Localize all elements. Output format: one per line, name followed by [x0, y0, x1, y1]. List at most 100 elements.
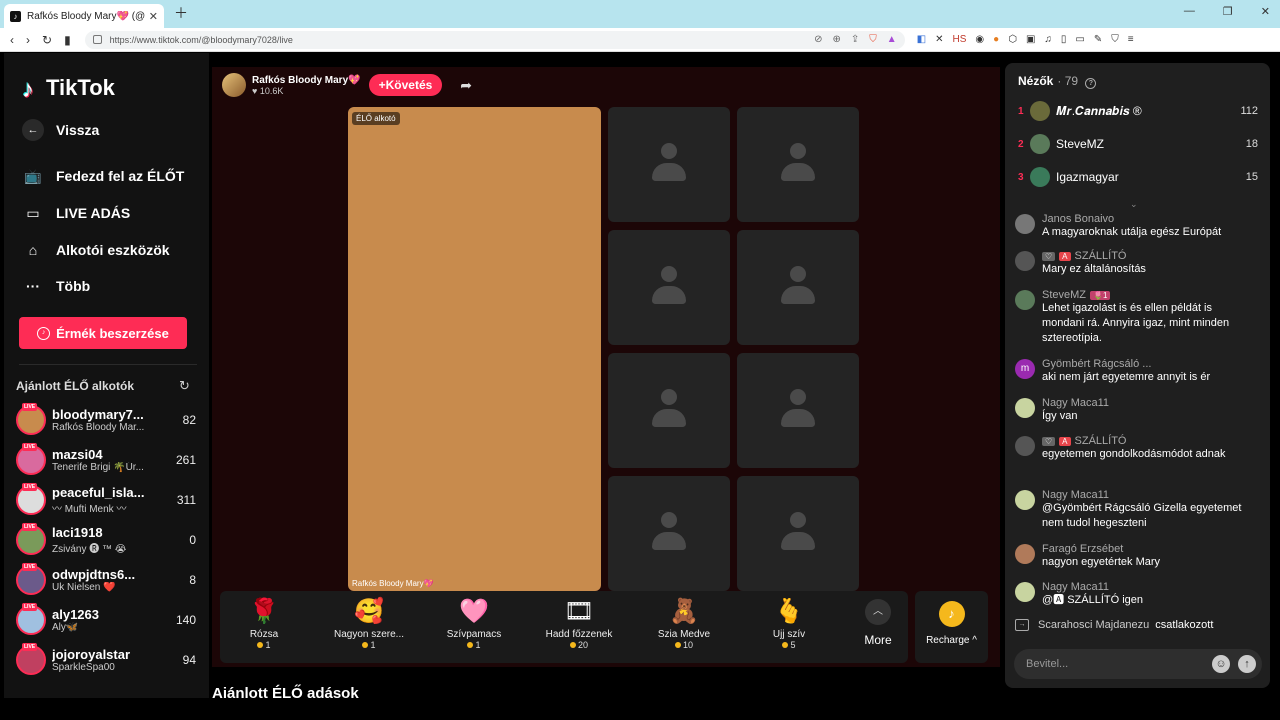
guest-slot[interactable] — [608, 476, 730, 591]
chat-input[interactable] — [1026, 658, 1212, 670]
chat-username[interactable]: Nagy Maca11 — [1042, 397, 1255, 409]
recommended-creator[interactable]: LIVE jojoroyalstar SparkleSpa00 94 — [16, 642, 196, 678]
menu-icon[interactable]: ≡ — [1128, 34, 1134, 45]
reload-icon[interactable]: ↻ — [42, 33, 52, 47]
viewer-score: 15 — [1245, 171, 1258, 183]
chat-avatar[interactable] — [1015, 436, 1035, 456]
gift-item[interactable]: 🥰 Nagyon szere... 1 — [326, 597, 412, 659]
recommended-creator[interactable]: LIVE odwpjdtns6... Uk Nielsen ❤️ 8 — [16, 562, 196, 598]
chat-avatar[interactable] — [1015, 290, 1035, 310]
chat-username[interactable]: Gyömbért Rágcsáló ... — [1042, 358, 1255, 370]
recommended-creator[interactable]: LIVE bloodymary7... Rafkós Bloody Mar... 82 — [16, 402, 196, 438]
nav-back[interactable]: ← Vissza — [22, 119, 99, 141]
zoom-icon[interactable]: ⊕ — [832, 34, 840, 45]
translate-icon[interactable]: ⊘ — [814, 34, 822, 45]
nav-more[interactable]: ··· Több — [22, 275, 90, 297]
nav-live-broadcast[interactable]: ▭ LIVE ADÁS — [22, 202, 130, 224]
new-tab-icon[interactable]: ＋ — [174, 3, 188, 23]
top-viewer-row[interactable]: 1 𝑴𝒓.𝑪𝒂𝒏𝒏𝒂𝒃𝒊𝒔 ® 112 — [1018, 99, 1258, 123]
gift-item[interactable]: 🎞 Hadd főzzenek 20 — [536, 597, 622, 659]
guest-slot[interactable] — [737, 107, 859, 222]
share-page-icon[interactable]: ⇪ — [851, 34, 859, 45]
chat-avatar[interactable]: m — [1015, 359, 1035, 379]
wallet-icon[interactable]: ▭ — [1075, 34, 1084, 45]
chat-username[interactable]: Nagy Maca11 — [1042, 489, 1255, 501]
chat-avatar[interactable] — [1015, 251, 1035, 271]
emoji-icon[interactable]: ☺ — [1212, 655, 1230, 673]
site-info-icon[interactable] — [92, 35, 102, 44]
gift-item[interactable]: 🩷 Szívpamacs 1 — [431, 597, 517, 659]
gift-item[interactable]: 🌹 Rózsa 1 — [221, 597, 307, 659]
guest-slot[interactable] — [608, 353, 730, 468]
bookmark-icon[interactable]: ▮ — [64, 33, 71, 47]
gift-item[interactable]: 🧸 Szia Medve 10 — [641, 597, 727, 659]
creator-name: peaceful_isla... — [52, 485, 145, 500]
extension-icon-7[interactable]: ▣ — [1026, 34, 1035, 45]
host-video[interactable]: ÉLŐ alkotó Rafkós Bloody Mary💖 — [348, 107, 601, 591]
chat-avatar[interactable] — [1015, 398, 1035, 418]
guest-slot[interactable] — [737, 353, 859, 468]
share-icon[interactable]: ➦ — [460, 77, 472, 94]
guest-slot[interactable] — [737, 230, 859, 345]
music-icon[interactable]: ♫ — [1044, 34, 1052, 45]
extensions-icon[interactable]: ✎ — [1094, 34, 1102, 45]
window-close-icon[interactable]: ✕ — [1261, 5, 1270, 18]
chat-avatar[interactable] — [1015, 544, 1035, 564]
extension-icon-1[interactable]: ◧ — [917, 34, 926, 45]
expand-chevron-icon[interactable]: ⌄ — [1130, 199, 1138, 210]
top-viewer-row[interactable]: 3 Igazmagyar 15 — [1018, 165, 1258, 189]
guest-slot[interactable] — [608, 107, 730, 222]
chat-username[interactable]: SteveMZ 🌷1 — [1042, 289, 1255, 301]
rewards-icon[interactable]: ▲ — [887, 34, 897, 45]
nav-explore-live[interactable]: 📺 Fedezd fel az ÉLŐT — [22, 165, 184, 187]
chat-username[interactable]: Faragó Erzsébet — [1042, 543, 1255, 555]
browser-tab[interactable]: ♪ Rafkós Bloody Mary💖 (@bl... ✕ — [4, 4, 164, 28]
follow-button[interactable]: + Követés — [368, 74, 443, 96]
top-viewer-row[interactable]: 2 SteveMZ 18 — [1018, 132, 1258, 156]
extension-icon-3[interactable]: HS — [953, 34, 967, 45]
chat-message: ♡ A SZÁLLÍTÓ egyetemen gondolkodásmódot adn… — [1015, 435, 1255, 462]
minimize-icon[interactable]: — — [1184, 5, 1195, 18]
extension-icon-6[interactable]: ⬡ — [1008, 34, 1017, 45]
person-placeholder-icon — [781, 389, 815, 431]
chat-username[interactable]: ♡ A SZÁLLÍTÓ — [1042, 250, 1255, 262]
recommended-creator[interactable]: LIVE mazsi04 Tenerife Brigi 🌴Úr... 261 — [16, 442, 196, 478]
chat-username[interactable]: ♡ A SZÁLLÍTÓ — [1042, 435, 1255, 447]
chat-avatar[interactable] — [1015, 490, 1035, 510]
chat-avatar[interactable] — [1015, 582, 1035, 602]
chat-username[interactable]: Nagy Maca11 — [1042, 581, 1255, 593]
chat-avatar[interactable] — [1015, 214, 1035, 234]
back-icon[interactable]: ‹ — [10, 33, 14, 47]
nav-creator-tools[interactable]: ⌂ Alkotói eszközök — [22, 239, 170, 261]
forward-icon[interactable]: › — [26, 33, 30, 47]
host-name[interactable]: Rafkós Bloody Mary💖 — [252, 75, 361, 86]
vpn-icon[interactable]: ⛉ — [1111, 34, 1119, 45]
sidebar-icon[interactable]: ▯ — [1061, 34, 1067, 45]
recommended-creator[interactable]: LIVE aly1263 Aly🦋 140 — [16, 602, 196, 638]
info-icon[interactable]: ? — [1085, 78, 1097, 89]
tiktok-logo[interactable]: TikTok — [22, 75, 115, 101]
recommended-creator[interactable]: LIVE laci1918 Zsivány 🅡 ™ 😭 0 — [16, 522, 196, 558]
tab-close-icon[interactable]: ✕ — [149, 10, 158, 23]
guest-slot[interactable] — [737, 476, 859, 591]
send-icon[interactable]: ↑ — [1238, 655, 1256, 673]
restore-icon[interactable]: ❐ — [1223, 5, 1233, 18]
extension-icon-4[interactable]: ◉ — [975, 34, 984, 45]
chat-username[interactable]: Janos Bonaivo — [1042, 213, 1255, 225]
brave-shield-icon[interactable]: ⛉ — [869, 34, 877, 45]
host-avatar[interactable] — [222, 73, 246, 97]
gift-bar: 🌹 Rózsa 1 🥰 Nagyon szere... 1 🩷 Szívpamacs 1 🎞 Had… — [220, 591, 908, 663]
guest-slot[interactable] — [608, 230, 730, 345]
extension-icon-5[interactable]: ● — [993, 34, 999, 45]
extension-icon-2[interactable]: ✕ — [935, 34, 943, 45]
more-gifts-button[interactable]: ︿ More — [852, 599, 904, 647]
chat-text: Mary ez általánosítás — [1042, 263, 1146, 275]
get-coins-button[interactable]: ♪ Érmék beszerzése — [19, 317, 187, 349]
recharge-button[interactable]: ♪ Recharge ^ — [915, 591, 988, 663]
gift-item[interactable]: 🫰 Ujj szív 5 — [746, 597, 832, 659]
sidebar-divider — [19, 364, 197, 365]
chevron-up-icon: ︿ — [865, 599, 891, 625]
refresh-icon[interactable]: ↻ — [179, 378, 190, 394]
recommended-creator[interactable]: LIVE peaceful_isla... 〰 Mufti Menk 〰 311 — [16, 482, 196, 518]
url-field[interactable]: https://www.tiktok.com/@bloodymary7028/l… — [84, 30, 905, 49]
